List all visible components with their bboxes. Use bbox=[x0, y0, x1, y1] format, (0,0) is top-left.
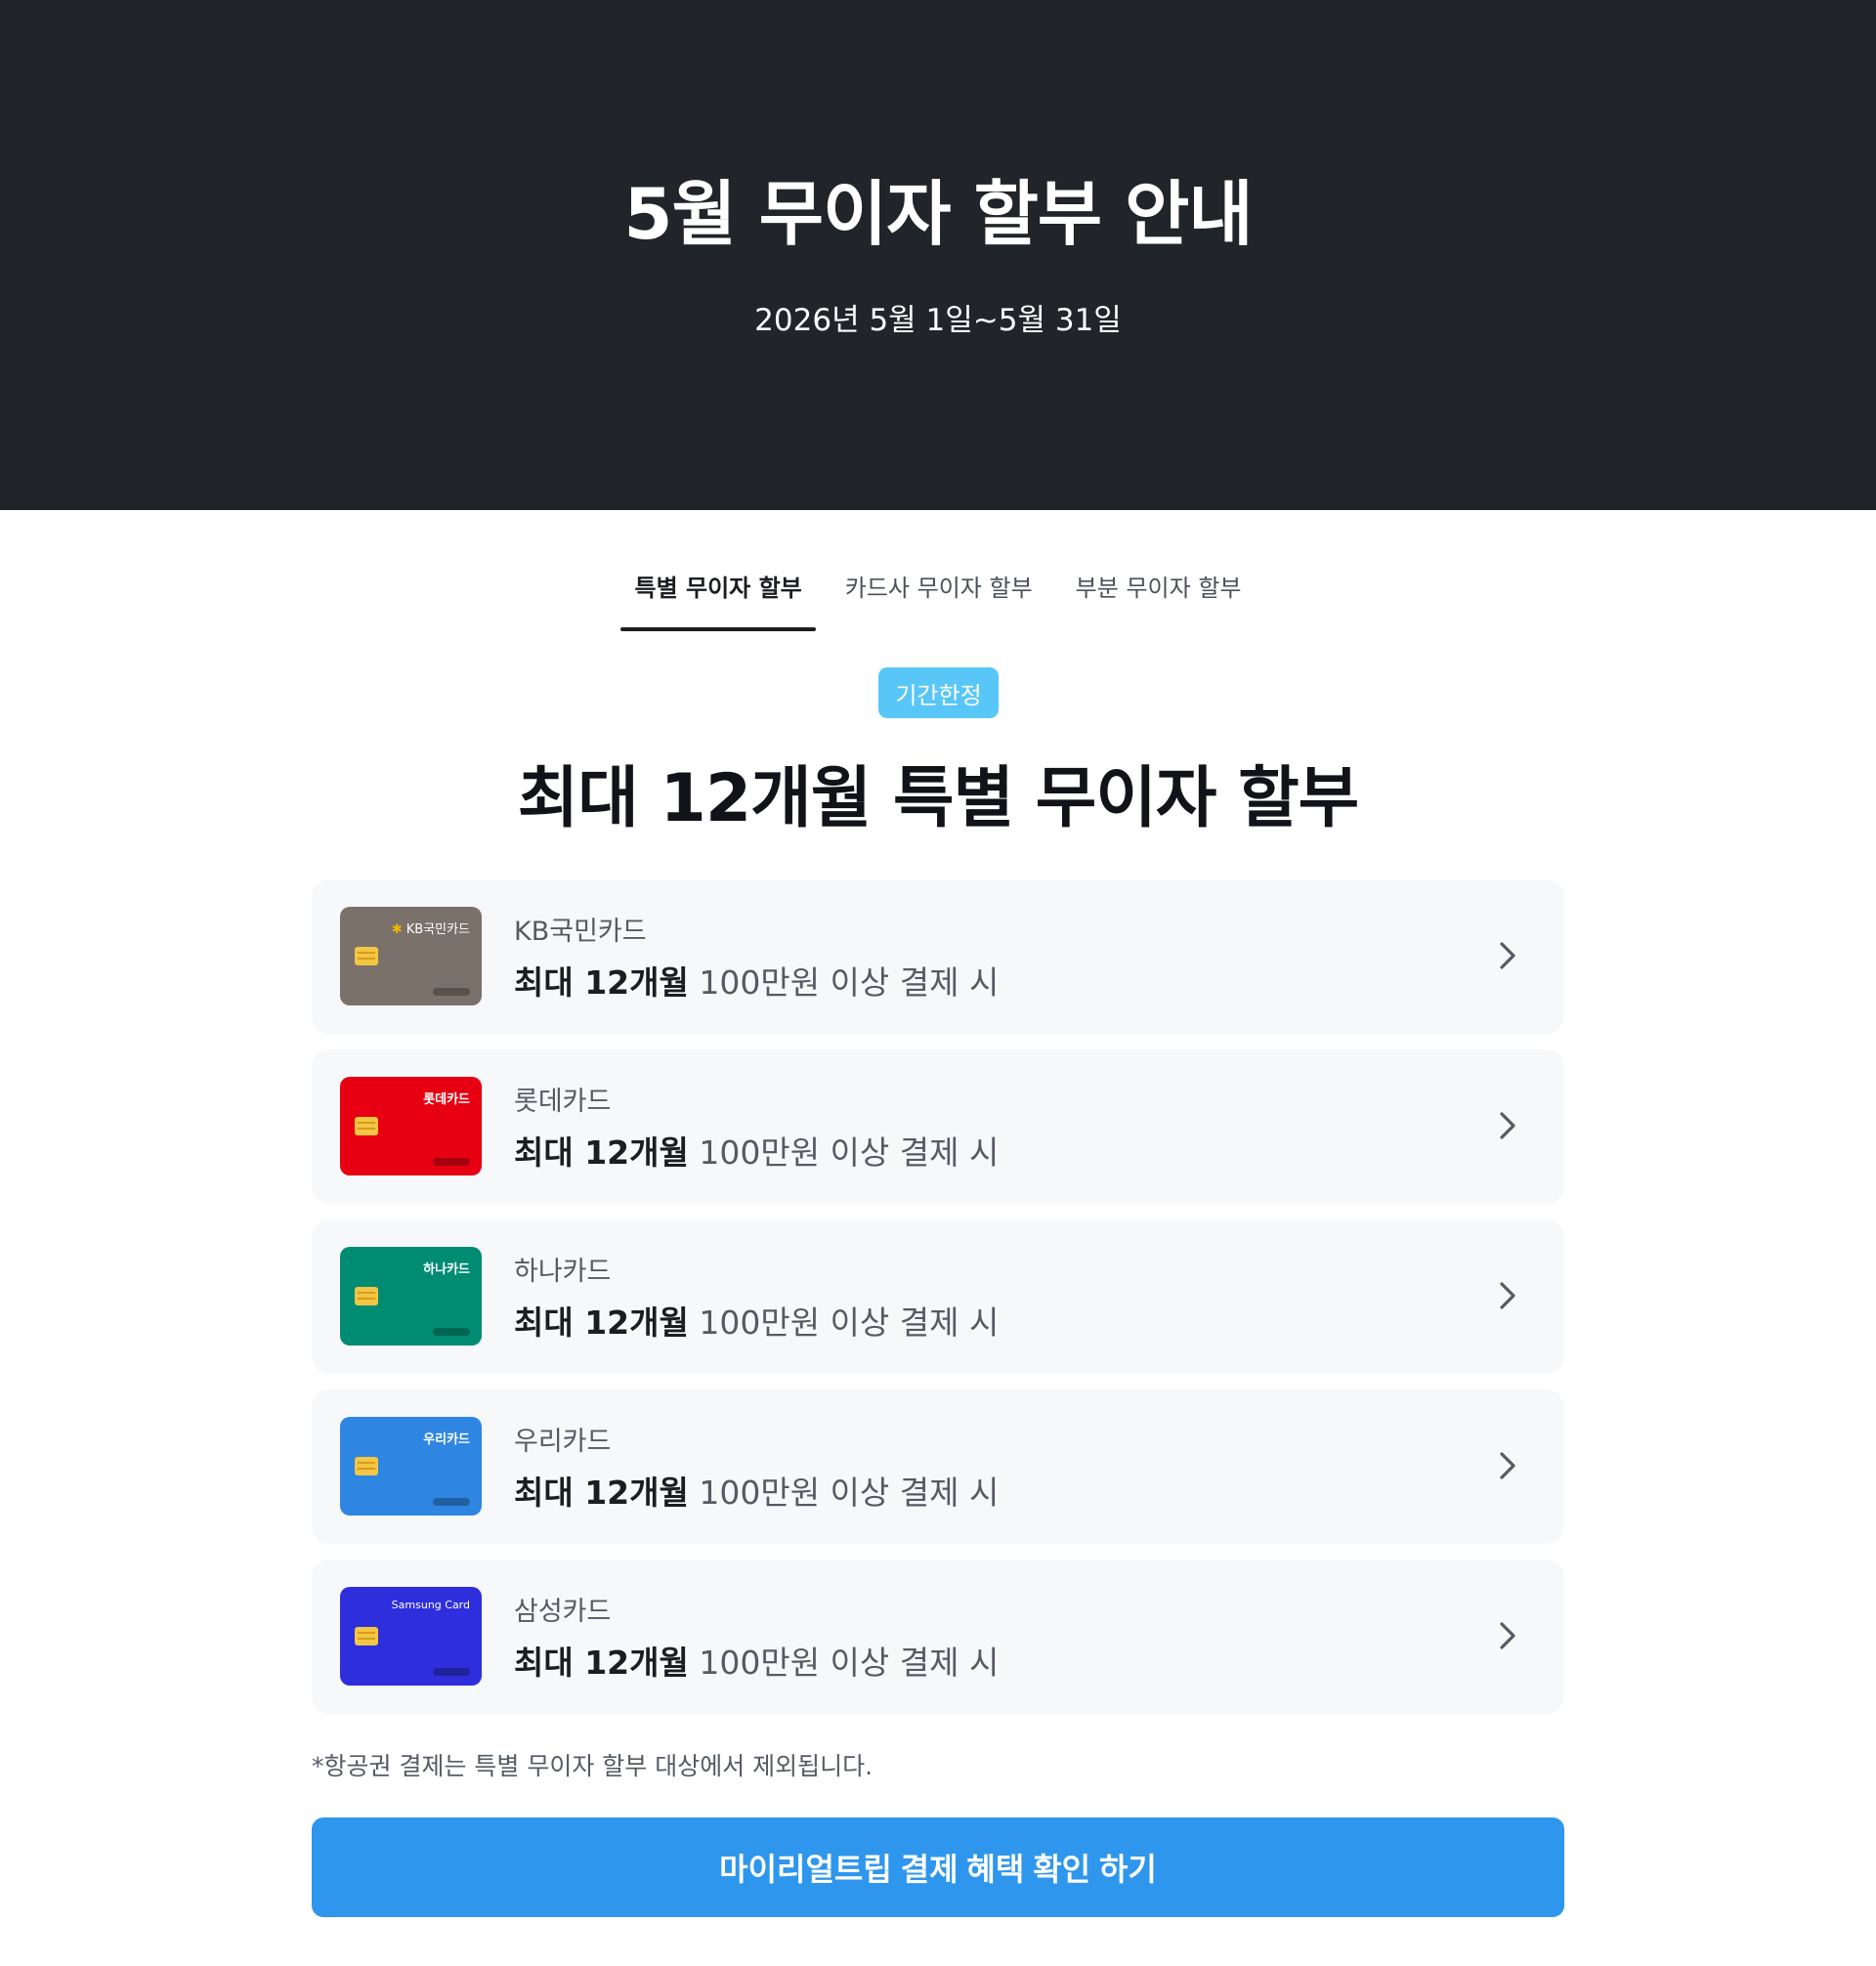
hana-card-image: 하나카드 bbox=[340, 1247, 482, 1346]
limited-time-badge: 기간한정 bbox=[878, 667, 999, 718]
card-benefit: 최대 12개월 100만원 이상 결제 시 bbox=[514, 1472, 999, 1515]
card-list: ✱ KB국민카드 KB국민카드 최대 12개월 100만원 이상 결제 시 롯데카… bbox=[312, 879, 1564, 1730]
hero-period: 2026년 5월 1일~5월 31일 bbox=[754, 303, 1122, 338]
benefit-months: 최대 12개월 bbox=[514, 1133, 689, 1172]
kb-card-image: ✱ KB국민카드 bbox=[340, 907, 482, 1005]
tab-card-company-installment[interactable]: 카드사 무이자 할부 bbox=[824, 547, 1054, 629]
card-chip-icon bbox=[355, 947, 378, 965]
card-chip-icon bbox=[355, 1287, 378, 1305]
card-stripe bbox=[433, 1158, 470, 1166]
footnote: *항공권 결제는 특별 무이자 할부 대상에서 제외됩니다. bbox=[312, 1752, 874, 1780]
chevron-right-icon bbox=[1500, 1622, 1515, 1649]
card-name: KB국민카드 bbox=[514, 917, 647, 947]
benefit-months: 최대 12개월 bbox=[514, 1644, 689, 1682]
benefit-condition: 100만원 이상 결제 시 bbox=[699, 1133, 1000, 1172]
card-name: 하나카드 bbox=[514, 1257, 612, 1287]
hero-banner: 5월 무이자 할부 안내 2026년 5월 1일~5월 31일 bbox=[0, 0, 1876, 510]
card-row-samsung[interactable]: Samsung Card 삼성카드 최대 12개월 100만원 이상 결제 시 bbox=[312, 1560, 1564, 1714]
chevron-right-icon bbox=[1500, 1282, 1515, 1309]
tab-partial-installment[interactable]: 부분 무이자 할부 bbox=[1054, 547, 1263, 629]
benefit-months: 최대 12개월 bbox=[514, 1474, 689, 1512]
tab-special-installment[interactable]: 특별 무이자 할부 bbox=[613, 547, 823, 631]
card-chip-icon bbox=[355, 1627, 378, 1645]
benefit-condition: 100만원 이상 결제 시 bbox=[699, 1304, 1000, 1342]
chevron-right-icon bbox=[1500, 1112, 1515, 1139]
card-row-kb[interactable]: ✱ KB국민카드 KB국민카드 최대 12개월 100만원 이상 결제 시 bbox=[312, 879, 1564, 1034]
check-payment-benefits-button[interactable]: 마이리얼트립 결제 혜택 확인 하기 bbox=[312, 1817, 1564, 1917]
chevron-right-icon bbox=[1500, 942, 1515, 969]
card-row-woori[interactable]: 우리카드 우리카드 최대 12개월 100만원 이상 결제 시 bbox=[312, 1389, 1564, 1544]
card-row-lotte[interactable]: 롯데카드 롯데카드 최대 12개월 100만원 이상 결제 시 bbox=[312, 1049, 1564, 1204]
card-stripe bbox=[433, 1498, 470, 1506]
card-benefit: 최대 12개월 100만원 이상 결제 시 bbox=[514, 1642, 999, 1685]
card-row-hana[interactable]: 하나카드 하나카드 최대 12개월 100만원 이상 결제 시 bbox=[312, 1219, 1564, 1374]
chevron-right-icon bbox=[1500, 1452, 1515, 1479]
card-name: 롯데카드 bbox=[514, 1087, 612, 1117]
card-stripe bbox=[433, 988, 470, 996]
card-name: 우리카드 bbox=[514, 1427, 612, 1457]
card-benefit: 최대 12개월 100만원 이상 결제 시 bbox=[514, 1132, 999, 1175]
card-benefit: 최대 12개월 100만원 이상 결제 시 bbox=[514, 962, 999, 1004]
benefit-months: 최대 12개월 bbox=[514, 963, 689, 1002]
card-chip-icon bbox=[355, 1117, 378, 1135]
card-chip-icon bbox=[355, 1457, 378, 1475]
card-brand-logo: 우리카드 bbox=[423, 1432, 470, 1447]
card-name: 삼성카드 bbox=[514, 1597, 612, 1627]
benefit-condition: 100만원 이상 결제 시 bbox=[699, 963, 1000, 1002]
hero-title: 5월 무이자 할부 안내 bbox=[623, 173, 1253, 255]
benefit-months: 최대 12개월 bbox=[514, 1304, 689, 1342]
card-stripe bbox=[433, 1668, 470, 1676]
installment-tabs: 특별 무이자 할부 카드사 무이자 할부 부분 무이자 할부 bbox=[0, 547, 1876, 631]
card-stripe bbox=[433, 1328, 470, 1336]
woori-card-image: 우리카드 bbox=[340, 1417, 482, 1516]
card-brand-logo: 롯데카드 bbox=[423, 1092, 470, 1107]
card-benefit: 최대 12개월 100만원 이상 결제 시 bbox=[514, 1302, 999, 1345]
card-brand-logo: ✱ KB국민카드 bbox=[391, 922, 470, 937]
section-title: 최대 12개월 특별 무이자 할부 bbox=[517, 760, 1360, 837]
card-brand-logo: Samsung Card bbox=[391, 1599, 470, 1611]
benefit-condition: 100만원 이상 결제 시 bbox=[699, 1644, 1000, 1682]
benefit-condition: 100만원 이상 결제 시 bbox=[699, 1474, 1000, 1512]
samsung-card-image: Samsung Card bbox=[340, 1587, 482, 1686]
lotte-card-image: 롯데카드 bbox=[340, 1077, 482, 1175]
card-brand-logo: 하나카드 bbox=[423, 1262, 470, 1277]
